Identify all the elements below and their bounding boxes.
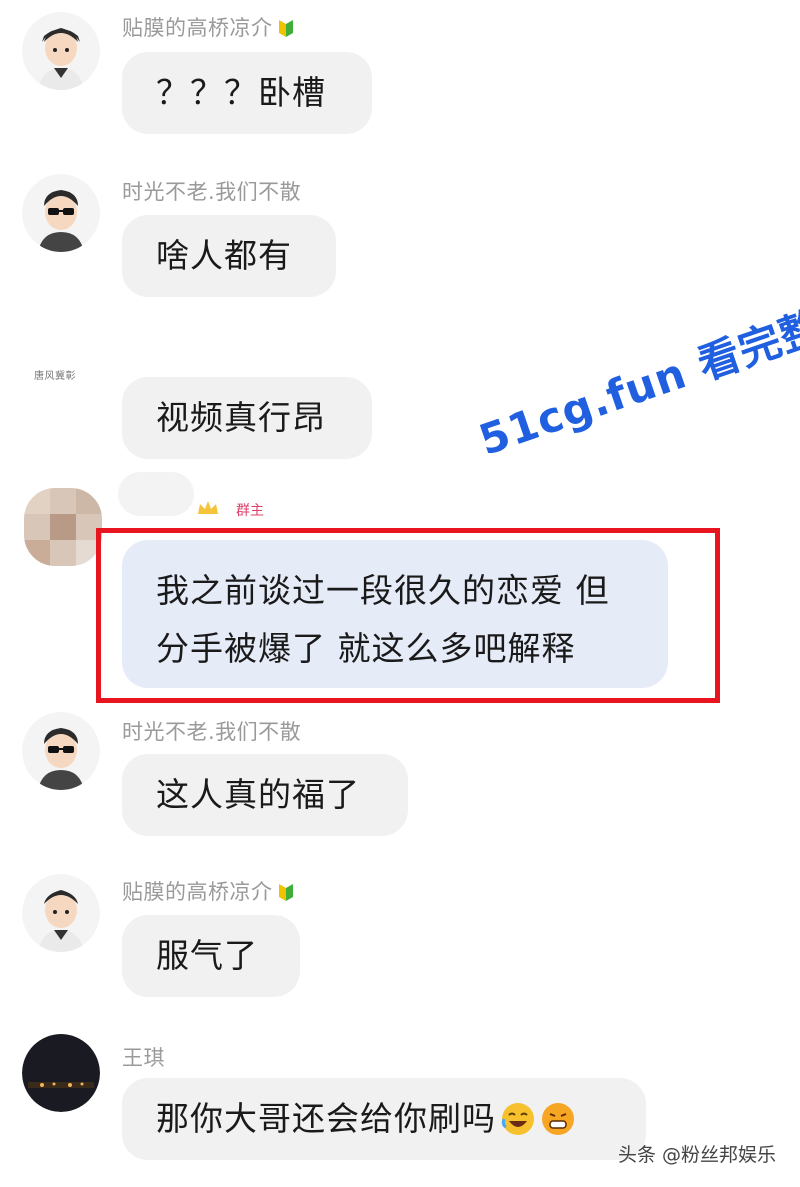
username[interactable]: 贴膜的高桥凉介 [122,876,295,906]
beginner-badge-icon [278,884,293,901]
message-bubble: 啥人都有 [122,215,336,297]
source-credit: 头条 @粉丝邦娱乐 [617,1144,776,1166]
avatar-cartoon-boy[interactable] [22,12,100,90]
username[interactable]: 贴膜的高桥凉介 [122,12,295,42]
avatar-night-city[interactable] [22,1034,100,1112]
username[interactable]: 王琪 [122,1042,165,1072]
group-owner-tag: 群主 [236,503,264,519]
blurred-username [118,472,194,516]
username[interactable]: 唐风冀彰 [34,367,76,382]
username-text: 贴膜的高桥凉介 [122,16,273,40]
avatar-blurred[interactable] [24,488,102,566]
message-bubble: 那你大哥还会给你刷吗 [122,1078,646,1160]
highlight-frame [96,528,720,703]
message-bubble: 这人真的福了 [122,754,408,836]
rolling-laugh-emoji-icon [501,1103,534,1135]
avatar-sunglasses-boy[interactable] [22,174,100,252]
message-bubble: 服气了 [122,915,300,997]
grimace-emoji-icon [542,1103,574,1135]
crown-icon [198,501,218,514]
message-text: 那你大哥还会给你刷吗 [156,1099,496,1138]
watermark: 51cg.fun 看完整版 [472,287,800,465]
message-bubble: 视频真行昂 [122,377,372,459]
username[interactable]: 时光不老.我们不散 [122,716,301,746]
username[interactable]: 时光不老.我们不散 [122,176,301,206]
avatar-sunglasses-boy[interactable] [22,712,100,790]
beginner-badge-icon [278,20,293,37]
avatar-cartoon-boy[interactable] [22,874,100,952]
message-bubble: ？？？卧槽 [122,52,372,134]
username-text: 贴膜的高桥凉介 [122,880,273,904]
